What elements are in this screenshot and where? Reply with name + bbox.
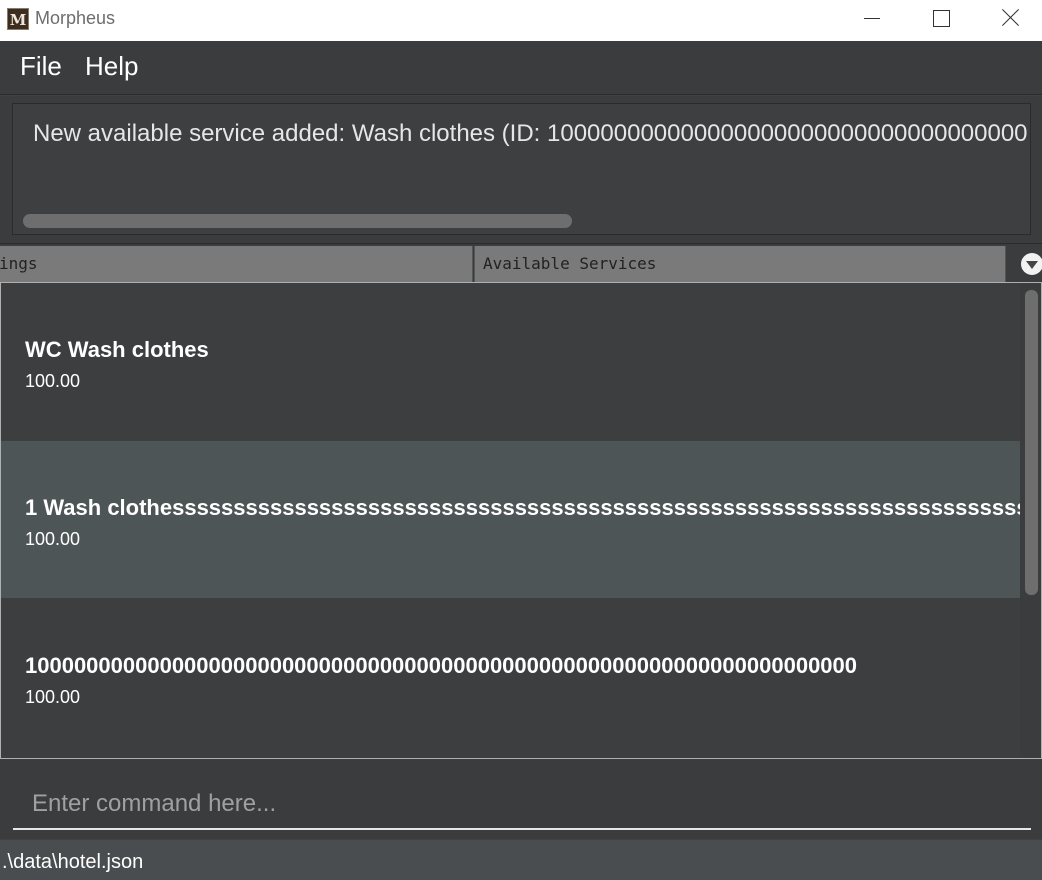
result-display[interactable]: New available service added: Wash clothe… (12, 103, 1031, 235)
service-price: 100.00 (25, 371, 81, 391)
service-price: 100.00 (25, 687, 81, 707)
tab-bar: ings Available Services (0, 244, 1042, 282)
service-title: 1000000000000000000000000000000000000000… (25, 653, 858, 678)
list-item[interactable]: 1 Wash clothesssssssssssssssssssssssssss… (1, 441, 1020, 598)
result-display-panel: New available service added: Wash clothe… (0, 96, 1042, 244)
result-message: New available service added: Wash clothe… (33, 120, 1028, 147)
service-title: WC Wash clothes (25, 337, 209, 362)
horizontal-scrollbar[interactable] (23, 214, 572, 228)
service-price: 100.00 (25, 529, 81, 549)
data-file-path: .\data\hotel.json (2, 851, 144, 873)
vertical-scrollbar[interactable] (1020, 283, 1041, 758)
list-item[interactable]: WC Wash clothes 100.00 (1, 283, 1020, 440)
command-box (0, 759, 1042, 839)
list-item[interactable]: 1000000000000000000000000000000000000000… (1, 599, 1020, 756)
menu-file[interactable]: File (20, 51, 62, 82)
title-bar: M Morpheus (0, 0, 1042, 41)
service-list: WC Wash clothes 100.00 1 Wash clothessss… (0, 282, 1042, 759)
dropdown-arrow-icon[interactable] (1021, 253, 1042, 275)
tab-available-services[interactable]: Available Services (474, 246, 1006, 282)
status-bar: .\data\hotel.json (0, 840, 1042, 880)
window-title: Morpheus (35, 8, 116, 28)
tab-bookings[interactable]: ings (0, 246, 473, 282)
service-title: 1 Wash clothesssssssssssssssssssssssssss… (25, 495, 1020, 520)
menu-bar: File Help (0, 41, 1042, 95)
app-logo-icon: M (7, 8, 29, 30)
scrollbar-thumb[interactable] (1025, 290, 1038, 595)
maximize-icon[interactable] (916, 0, 962, 38)
minimize-icon[interactable] (848, 0, 894, 38)
close-icon[interactable] (988, 0, 1034, 38)
menu-help[interactable]: Help (85, 51, 138, 82)
command-input[interactable] (13, 779, 1031, 830)
